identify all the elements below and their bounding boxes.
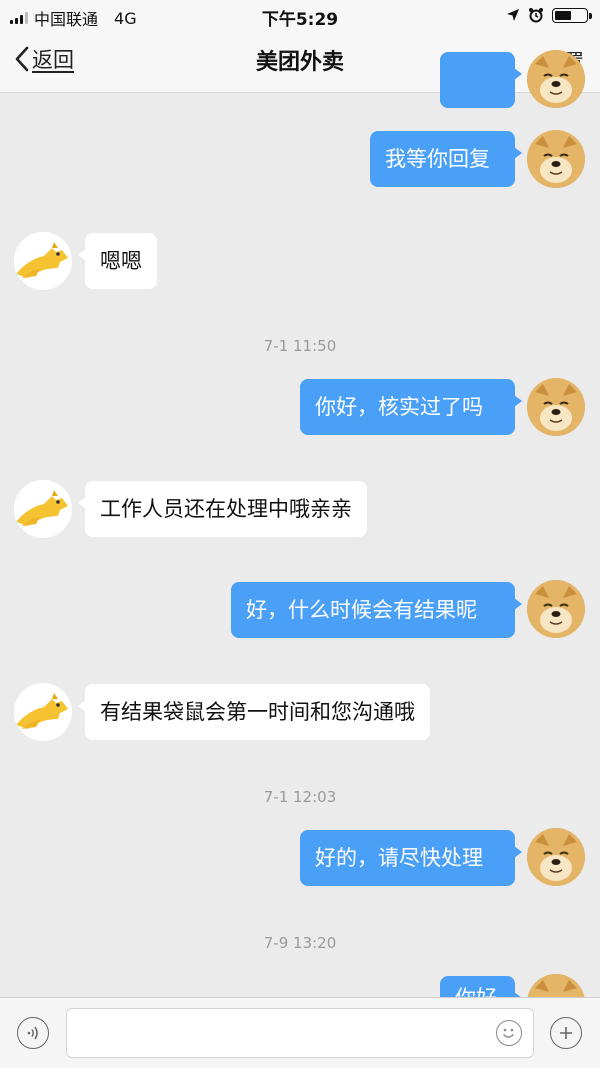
message-bubble-outgoing[interactable]: 好，什么时候会有结果昵	[231, 582, 522, 638]
input-bar	[0, 997, 600, 1068]
message-bubble-incoming[interactable]: 工作人员还在处理中哦亲亲	[78, 481, 367, 537]
status-icons	[506, 7, 592, 23]
doge-avatar-icon[interactable]	[527, 378, 585, 436]
plus-icon	[560, 1027, 572, 1039]
doge-avatar-icon[interactable]	[527, 130, 585, 188]
kangaroo-avatar-icon[interactable]	[14, 683, 72, 741]
voice-button[interactable]	[17, 1017, 49, 1049]
location-icon	[507, 9, 519, 21]
kangaroo-avatar-icon[interactable]	[14, 480, 72, 538]
voice-icon	[27, 1026, 38, 1040]
doge-avatar-icon[interactable]	[527, 50, 585, 108]
message-bubble-incoming[interactable]: 嗯嗯	[78, 233, 157, 289]
message-bubble-outgoing[interactable]: 我等你回复	[370, 131, 522, 187]
emoji-icon	[503, 1028, 514, 1038]
doge-avatar-icon[interactable]	[527, 828, 585, 886]
message-bubble-outgoing[interactable]: 好的，请尽快处理	[300, 830, 522, 886]
add-button[interactable]	[550, 1017, 582, 1049]
alarm-icon	[529, 8, 543, 23]
battery-icon	[552, 7, 592, 23]
message-bubble-incoming[interactable]: 有结果袋鼠会第一时间和您沟通哦	[78, 684, 430, 740]
message-bubble-outgoing[interactable]: 你好，核实过了吗	[300, 379, 522, 435]
message-bubble-outgoing[interactable]	[440, 52, 522, 108]
kangaroo-avatar-icon[interactable]	[14, 232, 72, 290]
message-timestamp: 7-9 13:20	[263, 934, 337, 952]
doge-avatar-icon[interactable]	[527, 580, 585, 638]
emoji-button[interactable]	[496, 1020, 522, 1046]
message-input[interactable]	[66, 1008, 534, 1058]
status-bar: 中国联通 4G 下午5:29	[0, 0, 600, 30]
message-timestamp: 7-1 12:03	[263, 788, 337, 806]
message-timestamp: 7-1 11:50	[263, 337, 337, 355]
